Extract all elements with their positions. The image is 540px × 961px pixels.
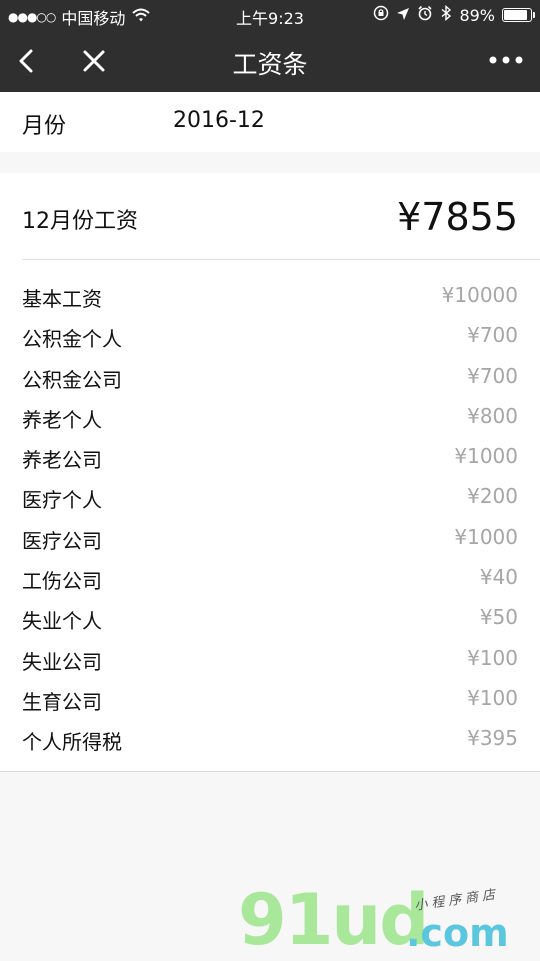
location-arrow-icon: [396, 6, 410, 25]
item-value: ¥100: [467, 685, 518, 710]
month-value: 2016-12: [173, 108, 265, 133]
item-label: 个人所得税: [22, 730, 122, 755]
item-value: ¥395: [467, 726, 518, 751]
battery-icon: [502, 8, 535, 22]
item-value: ¥700: [467, 323, 518, 348]
item-label: 公积金个人: [22, 327, 122, 352]
month-label: 月份: [22, 114, 67, 139]
salary-item-medical-personal: 医疗个人 ¥200: [0, 475, 540, 515]
item-label: 失业个人: [22, 609, 102, 634]
watermark-main: 91ud: [238, 879, 429, 961]
status-right: 89%: [373, 4, 535, 25]
item-label: 生育公司: [22, 689, 102, 714]
salary-item-maternity-company: 生育公司 ¥100: [0, 677, 540, 717]
bluetooth-icon: [440, 4, 452, 25]
item-label: 医疗个人: [22, 488, 102, 513]
salary-item-basic: 基本工资 ¥10000: [0, 274, 540, 314]
item-value: ¥800: [467, 403, 518, 428]
item-label: 基本工资: [22, 287, 102, 311]
salary-item-housing-fund-personal: 公积金个人 ¥700: [0, 314, 540, 354]
alarm-icon: [417, 5, 433, 25]
nav-bar: 工资条: [0, 30, 540, 92]
salary-items: 基本工资 ¥10000 公积金个人 ¥700 公积金公司 ¥700 养老个人 ¥…: [0, 274, 540, 758]
item-label: 养老公司: [22, 448, 102, 473]
item-value: ¥10000: [441, 283, 518, 307]
item-value: ¥100: [467, 645, 518, 670]
item-label: 医疗公司: [22, 528, 102, 553]
item-value: ¥1000: [454, 444, 518, 469]
divider: [22, 259, 540, 260]
item-value: ¥50: [479, 605, 518, 630]
item-label: 养老个人: [22, 407, 102, 432]
lock-rotation-icon: [373, 5, 389, 25]
watermark-suffix: .com: [406, 911, 509, 955]
more-dots-icon[interactable]: [488, 52, 524, 68]
salary-item-income-tax: 个人所得税 ¥395: [0, 717, 540, 757]
salary-item-unemployment-company: 失业公司 ¥100: [0, 637, 540, 677]
item-label: 公积金公司: [22, 367, 122, 392]
salary-item-injury-company: 工伤公司 ¥40: [0, 556, 540, 596]
salary-item-medical-company: 医疗公司 ¥1000: [0, 516, 540, 556]
item-label: 工伤公司: [22, 569, 102, 594]
salary-title: 12月份工资: [22, 209, 138, 234]
battery-level: [504, 10, 527, 20]
salary-item-unemployment-personal: 失业个人 ¥50: [0, 596, 540, 636]
salary-item-housing-fund-company: 公积金公司 ¥700: [0, 355, 540, 395]
item-label: 失业公司: [22, 649, 102, 674]
month-selector[interactable]: 月份 2016-12: [0, 92, 540, 152]
page-title: 工资条: [232, 50, 308, 79]
item-value: ¥700: [467, 363, 518, 388]
battery-percent: 89%: [459, 5, 495, 25]
item-value: ¥200: [467, 484, 518, 509]
status-bar: ●●●○○ 中国移动 上午9:23 89%: [0, 0, 540, 30]
salary-item-pension-personal: 养老个人 ¥800: [0, 395, 540, 435]
item-value: ¥40: [479, 565, 518, 590]
salary-card: 12月份工资 ¥7855 基本工资 ¥10000 公积金个人 ¥700 公积金公…: [0, 173, 540, 772]
item-value: ¥1000: [454, 524, 518, 549]
watermark-logo: 91ud 小程序商店 .com: [238, 885, 533, 957]
salary-total: ¥7855: [397, 195, 518, 239]
salary-item-pension-company: 养老公司 ¥1000: [0, 435, 540, 475]
